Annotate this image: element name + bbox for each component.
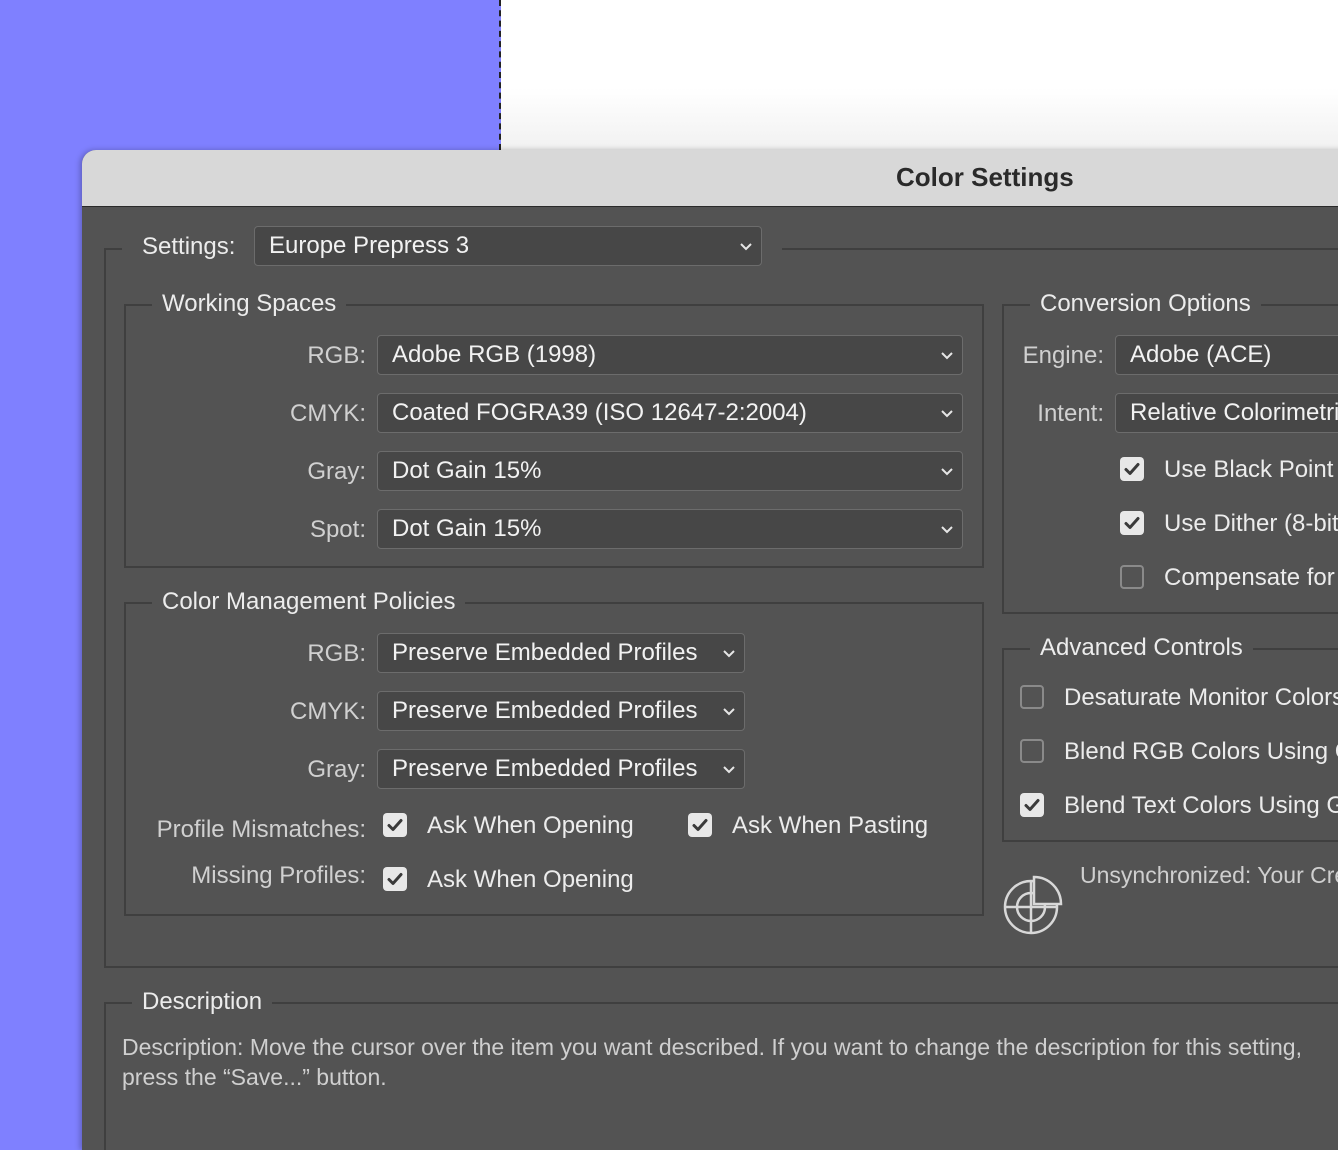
chevron-down-icon [940,510,954,548]
description-line-2: press the “Save...” button. [122,1064,387,1090]
policy-gray-value: Preserve Embedded Profiles [392,755,698,782]
intent-dropdown[interactable]: Relative Colorimetric [1115,393,1338,433]
ws-gray-label: Gray: [307,458,366,485]
mismatch-ask-opening-label[interactable]: Ask When Opening [427,812,634,840]
ws-spot-dropdown[interactable]: Dot Gain 15% [377,509,963,549]
compensate-label[interactable]: Compensate for Scene-referred Profiles [1164,564,1338,592]
chevron-down-icon [940,336,954,374]
intent-label: Intent: [1037,400,1104,427]
sync-status-icon [1002,874,1064,936]
policy-cmyk-label: CMYK: [289,698,366,725]
policy-cmyk-dropdown[interactable]: Preserve Embedded Profiles [377,691,745,731]
missing-ask-opening-label[interactable]: Ask When Opening [427,866,634,894]
ws-cmyk-label: CMYK: [289,400,366,427]
ws-rgb-dropdown[interactable]: Adobe RGB (1998) [377,335,963,375]
chevron-down-icon [739,227,753,265]
policy-rgb-label: RGB: [307,640,366,667]
engine-label: Engine: [1022,342,1104,369]
mismatch-ask-pasting-label[interactable]: Ask When Pasting [732,812,928,840]
policies-legend: Color Management Policies [152,588,466,616]
compensate-checkbox[interactable] [1120,565,1144,589]
blend-rgb-label[interactable]: Blend RGB Colors Using Gamma [1064,738,1338,766]
document-canvas [501,0,1338,160]
policy-rgb-value: Preserve Embedded Profiles [392,639,698,666]
ws-gray-value: Dot Gain 15% [392,457,542,484]
desaturate-label[interactable]: Desaturate Monitor Colors By [1064,684,1338,712]
sync-status-text: Unsynchronized: Your Creative Cloud appl… [1080,862,1338,888]
settings-dropdown[interactable]: Europe Prepress 3 [254,226,762,266]
ws-spot-value: Dot Gain 15% [392,515,542,542]
blend-text-checkbox[interactable] [1020,793,1044,817]
mismatch-ask-opening-checkbox[interactable] [383,813,407,837]
black-point-checkbox[interactable] [1120,457,1144,481]
intent-value: Relative Colorimetric [1130,399,1338,426]
checkmark-icon [387,819,403,831]
conversion-legend: Conversion Options [1030,290,1261,318]
ws-rgb-value: Adobe RGB (1998) [392,341,597,368]
policy-rgb-dropdown[interactable]: Preserve Embedded Profiles [377,633,745,673]
policy-cmyk-value: Preserve Embedded Profiles [392,697,698,724]
ws-rgb-label: RGB: [307,342,366,369]
desaturate-checkbox[interactable] [1020,685,1044,709]
profile-mismatches-label: Profile Mismatches: [156,816,366,843]
chevron-down-icon [722,750,736,788]
canvas-selection-edge [499,0,501,150]
description-line-1: Description: Move the cursor over the it… [122,1034,1302,1060]
checkmark-icon [387,873,403,885]
missing-profiles-label: Missing Profiles: [191,862,366,889]
dialog-title: Color Settings [896,162,1074,192]
description-legend: Description [132,988,273,1016]
blend-rgb-checkbox[interactable] [1020,739,1044,763]
settings-value: Europe Prepress 3 [269,232,470,259]
ws-cmyk-dropdown[interactable]: Coated FOGRA39 (ISO 12647-2:2004) [377,393,963,433]
title-bar[interactable]: Color Settings [82,150,1338,207]
color-settings-dialog: Color Settings Settings: Europe Prepress… [82,150,1338,1150]
chevron-down-icon [940,394,954,432]
blend-text-label[interactable]: Blend Text Colors Using Gamma [1064,792,1338,820]
checkmark-icon [1124,517,1140,529]
checkmark-icon [1124,463,1140,475]
policy-gray-label: Gray: [307,756,366,783]
working-spaces-legend: Working Spaces [152,290,347,318]
policy-gray-dropdown[interactable]: Preserve Embedded Profiles [377,749,745,789]
mismatch-ask-pasting-checkbox[interactable] [688,813,712,837]
chevron-down-icon [940,452,954,490]
black-point-label[interactable]: Use Black Point Compensation [1164,456,1338,484]
engine-value: Adobe (ACE) [1130,341,1272,368]
chevron-down-icon [722,634,736,672]
ws-spot-label: Spot: [309,516,366,543]
checkmark-icon [1024,799,1040,811]
advanced-legend: Advanced Controls [1030,634,1253,662]
ws-cmyk-value: Coated FOGRA39 (ISO 12647-2:2004) [392,399,807,426]
dither-label[interactable]: Use Dither (8-bit/channel images) [1164,510,1338,538]
dither-checkbox[interactable] [1120,511,1144,535]
missing-ask-opening-checkbox[interactable] [383,867,407,891]
settings-label: Settings: [142,233,236,260]
ws-gray-dropdown[interactable]: Dot Gain 15% [377,451,963,491]
checkmark-icon [692,819,708,831]
chevron-down-icon [722,692,736,730]
engine-dropdown[interactable]: Adobe (ACE) [1115,335,1338,375]
